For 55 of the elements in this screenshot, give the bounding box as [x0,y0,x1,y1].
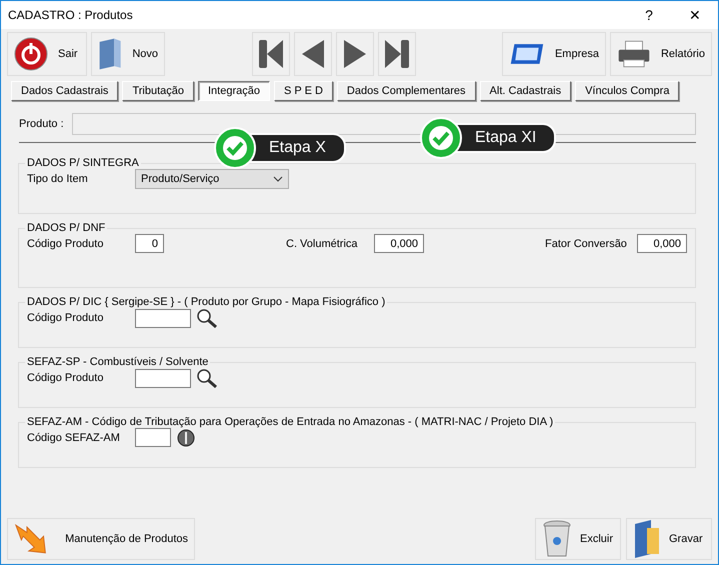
field-label: Código SEFAZ-AM [27,432,121,444]
first-icon [256,39,284,69]
group-title: DADOS P/ DNF [26,222,106,234]
group-title: DADOS P/ SINTEGRA [26,157,140,169]
tab[interactable]: Dados Cadastrais [11,81,118,101]
trash-icon [542,520,572,558]
toolbar-button[interactable]: Novo [91,32,165,76]
number-field[interactable]: 0,000 [374,234,424,253]
power-icon [14,37,48,71]
search-icon[interactable] [196,368,218,388]
toolbar-button[interactable]: Relatório [610,32,712,76]
tab[interactable]: Alt. Cadastrais [480,81,572,101]
tab[interactable]: Integração [198,81,270,101]
navigation-button[interactable] [378,32,416,76]
chevron-down-icon [273,176,283,182]
product-label: Produto : [19,118,64,130]
code-field[interactable] [135,308,191,328]
tab[interactable]: Tributação [122,81,194,101]
code-field[interactable] [135,368,191,388]
check-badge-icon [213,126,257,170]
group-title: SEFAZ-AM - Código de Tributação para Operações de Entrada no Amazonas - ( MATRI-NAC / Projeto DIA ) [26,416,554,428]
check-badge-icon [419,116,463,160]
field-label: C. Volumétrica [286,238,359,250]
navigation-button[interactable] [336,32,374,76]
item-type-dropdown[interactable]: Produto/Serviço [135,169,289,189]
toolbar-button[interactable]: Sair [7,32,87,76]
round-button-icon[interactable] [177,428,195,446]
search-icon[interactable] [196,308,218,328]
footer-button[interactable]: Excluir [535,518,621,560]
number-field[interactable]: 0 [135,234,164,253]
folder-icon [633,520,661,558]
group-title: DADOS P/ DIC { Sergipe-SE } - ( Produto por Grupo - Mapa Fisiográfico ) [26,296,386,308]
tab[interactable]: Dados Complementares [336,81,476,101]
navigation-button[interactable] [294,32,332,76]
footer-button[interactable]: Gravar [626,518,712,560]
number-field[interactable]: 0,000 [637,234,687,253]
previous-icon [300,39,326,69]
code-field[interactable] [135,428,171,447]
window-title: CADASTRO : Produtos [8,8,134,22]
field-label: Código Produto [27,238,104,250]
tab[interactable]: S P E D [274,81,333,101]
navigation-button[interactable] [252,32,290,76]
help-button[interactable]: ? [626,1,672,29]
tab[interactable]: Vínculos Compra [575,81,680,101]
field-label: Tipo do Item [27,173,89,185]
field-label: Fator Conversão [545,238,628,250]
maintenance-button[interactable]: Manutenção de Produtos [7,518,195,560]
card-icon [509,41,545,67]
next-icon [342,39,368,69]
group-title: SEFAZ-SP - Combustíveis / Solvente [26,356,210,368]
field-label: Código Produto [27,372,104,384]
field-label: Código Produto [27,312,104,324]
close-button[interactable]: ✕ [672,1,718,29]
toolbar-button[interactable]: Empresa [502,32,606,76]
last-icon [382,39,410,69]
